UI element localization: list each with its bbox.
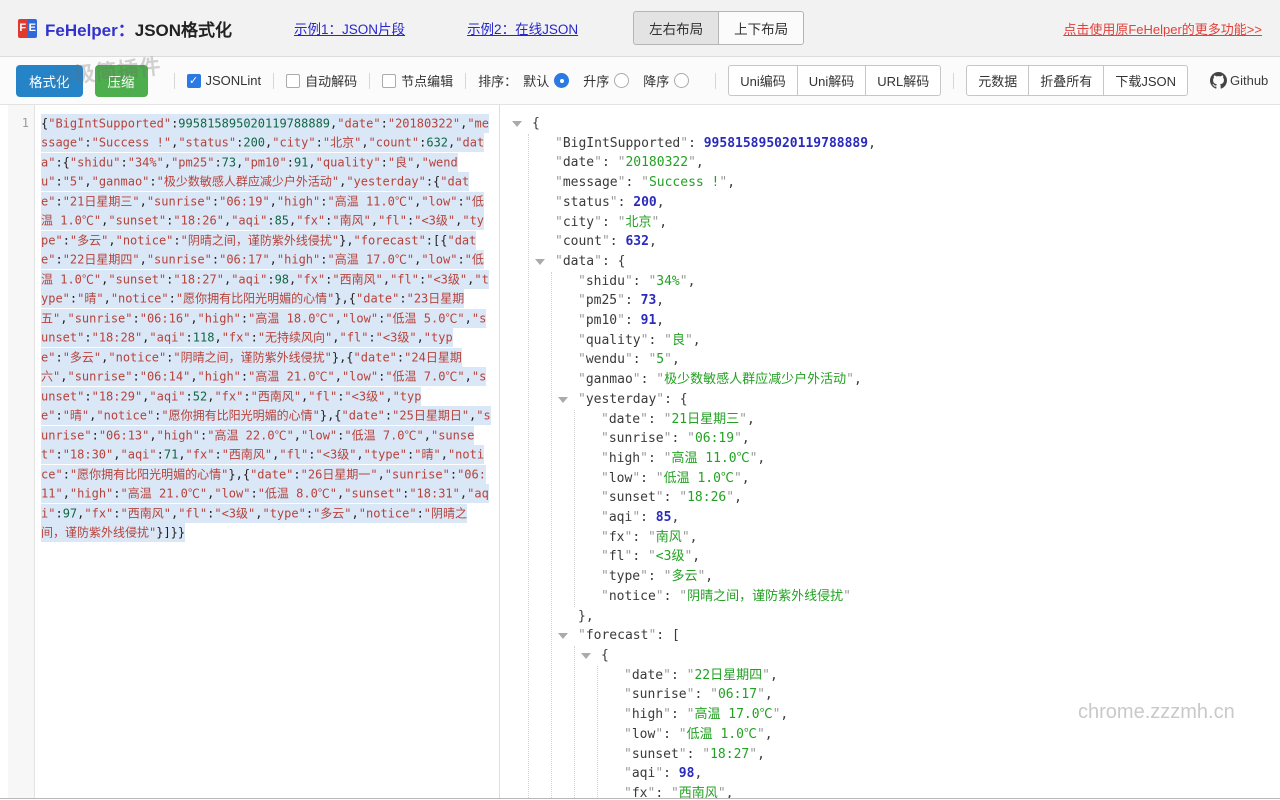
json-tree-row: "sunrise": "06:17",	[598, 685, 1280, 705]
sort-asc-label: 升序	[583, 71, 609, 90]
example1-link[interactable]: 示例1：JSON片段	[294, 18, 405, 38]
json-tree-row: "fl": "<3级",	[575, 547, 1280, 567]
json-tree-row: "message": "Success !",	[529, 173, 1280, 193]
json-tree-row: "fx": "南风",	[575, 528, 1280, 548]
json-tree-row: {	[575, 646, 1280, 666]
uni-decode-button[interactable]: Uni解码	[797, 65, 867, 96]
json-tree-row: "status": 200,	[529, 193, 1280, 213]
uni-encode-button[interactable]: Uni编码	[728, 65, 798, 96]
app-header: F E FeHelper： JSON格式化 示例1：JSON片段 示例2：在线J…	[0, 0, 1280, 57]
download-json-button[interactable]: 下载JSON	[1103, 65, 1188, 96]
raw-json-editor: 1 {"BigIntSupported":9958158950201197888…	[0, 105, 500, 798]
line-number: 1	[8, 105, 34, 134]
json-tree-row: "sunset": "18:26",	[575, 488, 1280, 508]
json-tree-row: "forecast": [	[552, 626, 1280, 646]
json-tree-row: "low": "低温 1.0℃",	[575, 469, 1280, 489]
main-content: 1 {"BigIntSupported":9958158950201197888…	[0, 105, 1280, 799]
json-tree-row: "type": "多云",	[575, 567, 1280, 587]
more-features-link[interactable]: 点击使用原FeHelper的更多功能>>	[1063, 19, 1262, 38]
logo-letter-f: F	[18, 19, 28, 38]
json-tree-row: "quality": "良",	[552, 331, 1280, 351]
node-edit-checkbox[interactable]: 节点编辑	[382, 71, 453, 90]
example2-link[interactable]: 示例2：在线JSON	[467, 18, 578, 38]
collapse-arrow-icon[interactable]	[535, 259, 545, 265]
line-number-gutter: 1	[8, 105, 35, 798]
url-decode-button[interactable]: URL解码	[865, 65, 941, 96]
fehelper-json-page: F E FeHelper： JSON格式化 示例1：JSON片段 示例2：在线J…	[0, 0, 1280, 800]
json-tree-row: "sunset": "18:27",	[598, 745, 1280, 765]
json-tree-row: "BigIntSupported": 995815895020119788889…	[529, 134, 1280, 154]
tools-button-group: 元数据 折叠所有 下载JSON	[966, 65, 1188, 96]
radio-icon[interactable]	[674, 73, 689, 88]
separator	[273, 73, 274, 89]
github-icon	[1210, 72, 1227, 89]
radio-checked-icon[interactable]	[554, 73, 569, 88]
json-tree-row: "wendu": "5",	[552, 350, 1280, 370]
sort-label: 排序：	[478, 71, 517, 90]
json-tree-row: "aqi": 85,	[575, 508, 1280, 528]
collapse-all-button[interactable]: 折叠所有	[1028, 65, 1104, 96]
toolbar: 格式化 压缩 JSONLint 自动解码 节点编辑 排序： 默认 升序 降序	[0, 57, 1280, 105]
unicode-button-group: Uni编码 Uni解码 URL解码	[728, 65, 941, 96]
separator	[174, 73, 175, 89]
sort-asc-radio[interactable]: 升序	[583, 71, 629, 90]
github-link[interactable]: Github	[1210, 72, 1268, 89]
json-tree-row: "high": "高温 11.0℃",	[575, 449, 1280, 469]
json-tree-row: "aqi": 98,	[598, 764, 1280, 784]
json-tree-row: "date": "20180322",	[529, 153, 1280, 173]
separator	[953, 73, 954, 89]
json-tree-row: "city": "北京",	[529, 213, 1280, 233]
sort-desc-label: 降序	[643, 71, 669, 90]
json-tree-row: "high": "高温 17.0℃",	[598, 705, 1280, 725]
separator	[369, 73, 370, 89]
layout-toggle-group: 左右布局 上下布局	[633, 11, 804, 45]
json-tree-row: "count": 632,	[529, 232, 1280, 252]
brand-name: FeHelper：	[45, 16, 135, 41]
fehelper-logo-icon: F E	[18, 19, 37, 38]
separator	[465, 73, 466, 89]
layout-vertical-button[interactable]: 上下布局	[718, 11, 804, 45]
json-tree-row: "shidu": "34%",	[552, 272, 1280, 292]
json-tree-row: "yesterday": {	[552, 390, 1280, 410]
metadata-button[interactable]: 元数据	[966, 65, 1029, 96]
json-tree-row: "sunrise": "06:19",	[575, 429, 1280, 449]
node-edit-label: 节点编辑	[401, 71, 453, 90]
collapse-arrow-icon[interactable]	[558, 633, 568, 639]
jsonlint-checkbox[interactable]: JSONLint	[187, 73, 262, 88]
collapse-arrow-icon[interactable]	[558, 397, 568, 403]
json-tree-row: "date": "21日星期三",	[575, 410, 1280, 430]
logo-letter-e: E	[28, 19, 38, 38]
json-tree-row: "data": {	[529, 252, 1280, 272]
json-tree-row: "pm10": 91,	[552, 311, 1280, 331]
github-label: Github	[1230, 73, 1268, 88]
json-tree-row: "fx": "西南风",	[598, 784, 1280, 798]
format-button[interactable]: 格式化	[16, 65, 83, 97]
json-tree-row: "pm25": 73,	[552, 291, 1280, 311]
json-tree-row: "low": "低温 1.0℃",	[598, 725, 1280, 745]
compress-button[interactable]: 压缩	[95, 65, 148, 97]
collapse-arrow-icon[interactable]	[581, 653, 591, 659]
json-tree-row: "date": "22日星期四",	[598, 666, 1280, 686]
sort-desc-radio[interactable]: 降序	[643, 71, 689, 90]
checkbox-icon[interactable]	[382, 74, 396, 88]
checkbox-icon[interactable]	[286, 74, 300, 88]
checkbox-checked-icon[interactable]	[187, 74, 201, 88]
json-tree-row: },	[552, 607, 1280, 627]
collapse-arrow-icon[interactable]	[512, 121, 522, 127]
formatted-json-tree: {"BigIntSupported": 99581589502011978888…	[500, 105, 1280, 798]
separator	[715, 73, 716, 89]
radio-icon[interactable]	[614, 73, 629, 88]
auto-decode-checkbox[interactable]: 自动解码	[286, 71, 357, 90]
raw-json-text[interactable]: {"BigIntSupported":995815895020119788889…	[41, 114, 491, 543]
sort-default-radio[interactable]: 默认	[523, 71, 569, 90]
layout-horizontal-button[interactable]: 左右布局	[633, 11, 719, 45]
json-tree-row: "ganmao": "极少数敏感人群应减少户外活动",	[552, 370, 1280, 390]
auto-decode-label: 自动解码	[305, 71, 357, 90]
jsonlint-label: JSONLint	[206, 73, 262, 88]
sort-default-label: 默认	[523, 71, 549, 90]
page-title: JSON格式化	[135, 16, 232, 41]
json-tree-row: {	[506, 114, 1280, 134]
json-tree-row: "notice": "阴晴之间，谨防紫外线侵扰"	[575, 587, 1280, 607]
